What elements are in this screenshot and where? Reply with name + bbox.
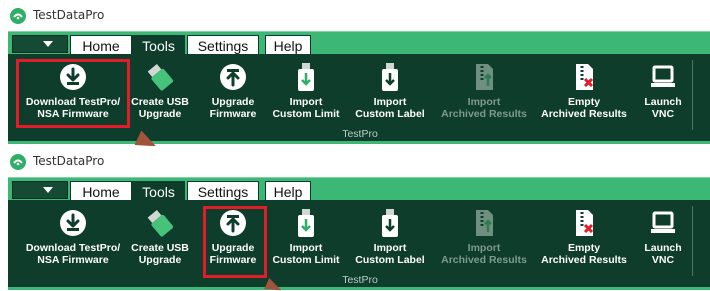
tool-label: Empty Archived Results <box>541 96 627 120</box>
download-firmware-button[interactable]: Download TestPro/ NSA Firmware <box>16 200 130 272</box>
create-usb-upgrade-button[interactable]: Create USB Upgrade <box>130 54 190 126</box>
ribbon-bottom-border <box>8 141 710 144</box>
tool-label: Import Custom Limit <box>272 242 340 266</box>
tool-label: Launch VNC <box>644 96 682 120</box>
tool-label: Import Custom Label <box>355 242 425 266</box>
usb-import-limit-icon <box>298 209 314 237</box>
import-custom-limit-button[interactable]: Import Custom Limit <box>271 54 341 126</box>
highlight-box <box>203 206 267 278</box>
group-separator <box>692 60 693 130</box>
group-separator <box>692 206 693 276</box>
empty-archived-results-button[interactable]: Empty Archived Results <box>538 54 630 126</box>
archive-import-icon <box>476 64 493 90</box>
app-menu-dropdown[interactable] <box>12 181 68 199</box>
tab-bar: Home Tools Settings Help <box>8 177 710 203</box>
usb-import-label-icon <box>382 209 398 237</box>
import-custom-label-button[interactable]: Import Custom Label <box>354 200 426 272</box>
group-label-text: TestPro <box>342 128 378 140</box>
import-custom-limit-button[interactable]: Import Custom Limit <box>271 200 341 272</box>
upgrade-circle-icon <box>220 64 246 90</box>
usb-import-limit-icon <box>298 63 314 91</box>
import-custom-label-button[interactable]: Import Custom Label <box>354 54 426 126</box>
tool-label: Launch VNC <box>644 242 682 266</box>
launch-vnc-button[interactable]: Launch VNC <box>638 54 688 126</box>
import-archived-results-button[interactable]: Import Archived Results <box>438 200 530 272</box>
upgrade-firmware-button[interactable]: Upgrade Firmware <box>203 54 263 126</box>
screenshot-panel-1: TestDataPro Home Tools Settings Help Dow… <box>0 0 710 154</box>
tool-label: Download TestPro/ NSA Firmware <box>25 242 121 266</box>
group-label-text: TestPro <box>342 274 378 286</box>
testdatapro-logo-icon <box>10 154 26 170</box>
ribbon-bottom-border <box>8 287 710 290</box>
import-archived-results-button[interactable]: Import Archived Results <box>438 54 530 126</box>
usb-drive-icon <box>147 63 174 91</box>
app-menu-dropdown[interactable] <box>12 35 68 53</box>
launch-vnc-button[interactable]: Launch VNC <box>638 200 688 272</box>
create-usb-upgrade-button[interactable]: Create USB Upgrade <box>130 200 190 272</box>
archive-import-icon <box>476 210 493 236</box>
archive-empty-icon <box>576 64 594 90</box>
tool-label: Import Archived Results <box>441 96 527 120</box>
tool-label: Import Custom Label <box>355 96 425 120</box>
app-title: TestDataPro <box>33 8 105 22</box>
screenshot-panel-2: TestDataPro Home Tools Settings Help Dow… <box>0 146 710 291</box>
tab-bar: Home Tools Settings Help <box>8 31 710 57</box>
tool-label: Create USB Upgrade <box>131 242 189 266</box>
tool-label: Import Archived Results <box>441 242 527 266</box>
highlight-box <box>16 59 130 128</box>
usb-import-label-icon <box>382 63 398 91</box>
testdatapro-logo-icon <box>10 8 26 24</box>
tool-label: Empty Archived Results <box>541 242 627 266</box>
tool-label: Create USB Upgrade <box>131 96 189 120</box>
tool-label: Upgrade Firmware <box>209 96 257 120</box>
chevron-down-icon <box>43 41 53 47</box>
chevron-down-icon <box>43 187 53 193</box>
title-bar: TestDataPro <box>0 0 710 30</box>
laptop-icon <box>651 65 675 87</box>
app-title: TestDataPro <box>33 154 105 168</box>
laptop-icon <box>651 211 675 233</box>
empty-archived-results-button[interactable]: Empty Archived Results <box>538 200 630 272</box>
archive-empty-icon <box>576 210 594 236</box>
usb-drive-icon <box>147 209 174 237</box>
tool-label: Import Custom Limit <box>272 96 340 120</box>
title-bar: TestDataPro <box>0 146 710 176</box>
download-circle-icon <box>60 210 86 236</box>
tools-ribbon: Download TestPro/ NSA Firmware Create US… <box>8 200 710 289</box>
